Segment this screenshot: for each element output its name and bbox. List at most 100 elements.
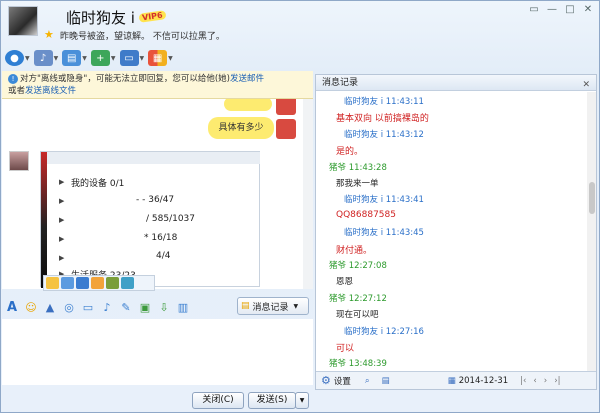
screen-capture-icon[interactable]: ▥ — [176, 300, 190, 314]
file-transfer-icon: ▤ — [62, 50, 82, 66]
message-sender-line: 临时狗友 i 12:27:16 — [344, 326, 424, 337]
group-row: 4/4 — [156, 251, 171, 261]
message-text: QQ86887585 — [336, 209, 396, 220]
history-title: 消息记录 — [322, 78, 359, 88]
video-call-button[interactable]: ● ▼ — [5, 47, 30, 69]
message-text: 那我来一单 — [336, 179, 379, 189]
offline-notice: ! 对方"离线或隐身"，可能无法立即回复，您可以给他(她)发送邮件 或者发送离线文… — [2, 71, 313, 99]
chevron-down-icon: ▼ — [25, 54, 30, 62]
file-transfer-button[interactable]: ▤ ▼ — [62, 47, 87, 69]
history-footer: ⚙ 设置 ⌕ ▤ ▦ 2014-12-31 |‹ ‹ › ›| — [316, 371, 596, 389]
my-avatar[interactable] — [276, 119, 296, 139]
shake-icon[interactable]: ◎ — [62, 300, 76, 314]
screen-share-button[interactable]: ▭ ▼ — [119, 47, 144, 69]
message-history-button[interactable]: ▤ 消息记录 ▼ — [237, 297, 309, 315]
my-avatar[interactable] — [276, 99, 296, 115]
emoji-icon[interactable] — [46, 277, 59, 289]
message-text: 财付通。 — [336, 245, 373, 256]
zoom-icon[interactable] — [61, 277, 74, 289]
vip-badge[interactable]: VIP6 — [138, 10, 167, 23]
chat-scrollbar[interactable] — [303, 99, 313, 289]
history-header: 消息记录 ✕ — [316, 75, 596, 91]
first-page-icon[interactable]: |‹ — [520, 376, 526, 386]
message-sender-line: 猪爷 12:27:12 — [329, 293, 387, 304]
send-offline-file-link[interactable]: 发送离线文件 — [25, 86, 76, 96]
video-call-icon: ● — [5, 50, 24, 66]
calendar-icon[interactable]: ▦ — [448, 376, 456, 386]
image-header — [47, 152, 260, 164]
close-button[interactable]: 关闭(C) — [192, 392, 244, 409]
star-icon: ★ — [44, 28, 54, 41]
favorite-icon[interactable] — [91, 277, 104, 289]
message-bubble — [224, 99, 272, 111]
voice-message-icon[interactable]: ♪ — [100, 300, 114, 314]
emoji-icon[interactable]: ☺ — [24, 300, 38, 314]
apps-icon: ▦ — [148, 50, 168, 66]
prev-page-icon[interactable]: ‹ — [533, 376, 536, 386]
contact-signature: 昨晚号被盗，望谅解。 不信可以拉黑了。 — [60, 32, 225, 42]
expand-arrow-icon: ▶ — [59, 254, 65, 262]
screenshot-image[interactable]: ▶ 我的设备 0/1 ▶ - - 36/47 ▶ / 585/1037 ▶ * … — [40, 151, 260, 288]
expand-arrow-icon: ▶ — [59, 178, 65, 186]
info-icon: ! — [8, 74, 18, 84]
remote-assist-button[interactable]: + ▼ — [90, 47, 116, 69]
chat-message-area[interactable]: 具体有多少 ▶ 我的设备 0/1 ▶ - - 36/47 ▶ / 585/103… — [2, 99, 313, 289]
message-input[interactable] — [2, 319, 313, 385]
notice-text: 对方"离线或隐身"，可能无法立即回复，您可以给他(她) — [20, 74, 230, 84]
settings-label[interactable]: 设置 — [334, 375, 351, 387]
upload-icon[interactable]: ⇩ — [157, 300, 171, 314]
history-scrollbar[interactable] — [587, 92, 596, 372]
monitor-icon[interactable] — [76, 277, 89, 289]
image-edge-decoration — [41, 152, 47, 288]
font-icon[interactable]: A — [5, 300, 19, 315]
message-sender-line: 临时狗友 i 11:43:11 — [344, 97, 424, 107]
message-text: 基本双向 以前搞裸岛的 — [336, 114, 429, 125]
screenshot-icon[interactable]: ▭ — [81, 300, 95, 314]
notice-middle-text: 或者 — [8, 86, 26, 96]
maximize-button[interactable]: □ — [563, 4, 577, 15]
send-email-link[interactable]: 发送邮件 — [230, 74, 264, 84]
close-window-button[interactable]: ✕ — [581, 4, 595, 15]
image-icon[interactable]: ▣ — [138, 300, 152, 314]
gear-icon[interactable]: ⚙ — [321, 374, 331, 387]
history-date[interactable]: 2014-12-31 — [459, 376, 508, 386]
magic-icon[interactable]: ▲ — [43, 300, 57, 314]
share-icon[interactable] — [121, 277, 134, 289]
input-toolbar: A ☺ ▲ ◎ ▭ ♪ ✎ ▣ ⇩ ▥ — [5, 297, 190, 317]
expand-arrow-icon: ▶ — [59, 216, 65, 224]
contact-avatar[interactable] — [8, 6, 38, 36]
message-sender-line: 猪爷 13:48:39 — [329, 359, 387, 370]
group-row: * 16/18 — [144, 233, 178, 243]
save-image-icon[interactable] — [106, 277, 119, 289]
voice-call-button[interactable]: ♪ ▼ — [33, 47, 59, 69]
contact-avatar-small[interactable] — [9, 151, 29, 171]
message-sender-line: 临时狗友 i 11:43:45 — [344, 228, 424, 239]
chevron-down-icon: ▼ — [293, 302, 299, 310]
message-text: 恩恩 — [336, 277, 354, 288]
next-page-icon[interactable]: › — [544, 376, 547, 386]
history-button-label: 消息记录 — [252, 302, 289, 313]
chat-window: 临时狗友 i VIP6 ★ 昨晚号被盗，望谅解。 不信可以拉黑了。 ▭ — □ … — [0, 0, 600, 413]
screen-share-icon: ▭ — [119, 50, 139, 66]
voice-call-icon: ♪ — [33, 50, 53, 66]
group-row: 我的设备 0/1 — [71, 179, 125, 189]
close-icon[interactable]: ✕ — [582, 77, 590, 93]
skin-icon[interactable]: ▭ — [527, 4, 541, 15]
chevron-down-icon: ▼ — [53, 54, 59, 62]
last-page-icon[interactable]: ›| — [554, 376, 560, 386]
search-icon[interactable]: ⌕ — [365, 376, 370, 386]
history-icon: ▤ — [241, 301, 250, 311]
chevron-down-icon: ▼ — [82, 54, 87, 62]
apps-button[interactable]: ▦ ▼ — [148, 47, 173, 69]
edit-icon[interactable]: ✎ — [119, 300, 133, 314]
message-text: 现在可以吧 — [336, 310, 379, 321]
group-row: - - 36/47 — [136, 195, 175, 205]
minimize-button[interactable]: — — [545, 4, 559, 15]
message-text: 是的。 — [336, 147, 364, 158]
export-icon[interactable]: ▤ — [382, 376, 390, 386]
scroll-thumb[interactable] — [589, 182, 595, 214]
send-button[interactable]: 发送(S) — [248, 392, 296, 409]
send-options-dropdown[interactable]: ▼ — [295, 392, 309, 409]
image-quick-actions — [43, 275, 155, 291]
message-text: 可以 — [336, 344, 355, 354]
